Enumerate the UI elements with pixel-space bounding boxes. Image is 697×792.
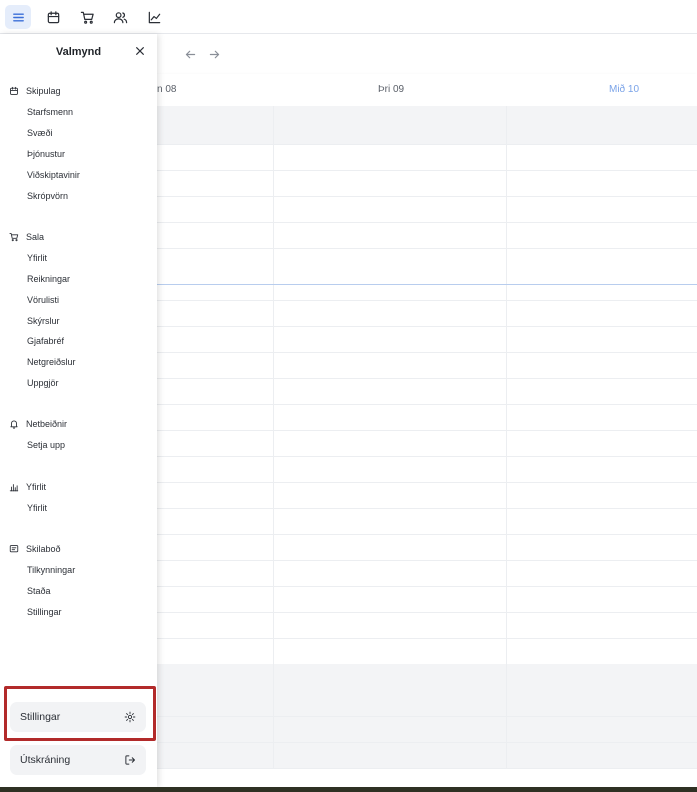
- customers-button[interactable]: [107, 5, 133, 29]
- menu-button[interactable]: [5, 5, 31, 29]
- sidebar-item-starfsmenn[interactable]: Starfsmenn: [27, 107, 73, 117]
- section-netbeidnir: Netbeiðnir: [9, 419, 67, 429]
- menu-icon: [12, 13, 24, 21]
- close-button[interactable]: [133, 44, 147, 58]
- sidebar-item-yfirlit[interactable]: Yfirlit: [27, 253, 47, 263]
- section-label: Sala: [26, 232, 45, 242]
- sidebar-item-stada[interactable]: Staða: [27, 586, 51, 596]
- section-skipulag: Skipulag: [9, 86, 61, 96]
- sidebar-menu: Valmynd Skipulag Starfsmenn Svæði Þjónus…: [0, 34, 157, 787]
- chart-icon: [148, 11, 160, 23]
- next-arrow-icon[interactable]: [205, 45, 223, 63]
- day-label-today[interactable]: Mið 10: [609, 84, 639, 95]
- bar-chart-icon: [9, 484, 19, 492]
- sidebar-item-setja-upp[interactable]: Setja upp: [27, 440, 65, 450]
- sidebar-item-uppgjor[interactable]: Uppgjör: [27, 378, 59, 388]
- cart-icon: [9, 233, 19, 242]
- sidebar-item-skropvorn[interactable]: Skrópvörn: [27, 191, 68, 201]
- day-column-divider: [273, 106, 274, 768]
- logout-button-label: Útskráning: [20, 754, 71, 766]
- logout-icon: [125, 755, 135, 765]
- bell-icon: [10, 420, 18, 429]
- sidebar-item-gjafabref[interactable]: Gjafabréf: [27, 336, 64, 346]
- top-toolbar: [0, 0, 697, 34]
- section-label: Netbeiðnir: [26, 419, 68, 429]
- app-window: n 08 Þri 09 Mið 10 Valmynd Skipulag Star…: [0, 0, 697, 787]
- message-icon: [9, 545, 19, 553]
- section-yfirlit: Yfirlit: [9, 482, 46, 492]
- sidebar-item-reikningar[interactable]: Reikningar: [27, 274, 70, 284]
- section-label: Skipulag: [26, 86, 61, 96]
- section-label: Skilaboð: [26, 544, 61, 554]
- sidebar-item-vidskiptavinir[interactable]: Viðskiptavinir: [27, 170, 80, 180]
- close-icon: [136, 47, 144, 55]
- users-icon: [113, 11, 127, 23]
- sidebar-item-vorulisti[interactable]: Vörulisti: [27, 295, 59, 305]
- cart-icon: [80, 11, 94, 24]
- gear-icon: [124, 711, 136, 723]
- section-sala: Sala: [9, 232, 44, 242]
- settings-button-label: Stillingar: [20, 711, 61, 723]
- sidebar-item-svaedi[interactable]: Svæði: [27, 128, 53, 138]
- sidebar-item-yfirlit-reports[interactable]: Yfirlit: [27, 503, 47, 513]
- logout-button[interactable]: Útskráning: [10, 745, 146, 775]
- section-label: Yfirlit: [26, 482, 46, 492]
- calendar-button[interactable]: [40, 5, 66, 29]
- sidebar-item-thjonustur[interactable]: Þjónustur: [27, 149, 65, 159]
- section-skilabod: Skilaboð: [9, 544, 61, 554]
- settings-button[interactable]: Stillingar: [10, 702, 146, 732]
- calendar-icon: [10, 86, 18, 95]
- calendar-icon: [47, 10, 59, 23]
- reports-button[interactable]: [141, 5, 167, 29]
- day-column-divider: [506, 106, 507, 768]
- previous-arrow-icon[interactable]: [181, 45, 199, 63]
- day-label[interactable]: n 08: [157, 84, 176, 95]
- sidebar-item-stillingar[interactable]: Stillingar: [27, 607, 62, 617]
- sidebar-item-tilkynningar[interactable]: Tilkynningar: [27, 565, 75, 575]
- background-strip: [0, 787, 697, 792]
- sidebar-item-skyrslur[interactable]: Skýrslur: [27, 316, 60, 326]
- sales-button[interactable]: [74, 5, 100, 29]
- sidebar-item-netgreidslur[interactable]: Netgreiðslur: [27, 357, 76, 367]
- day-label[interactable]: Þri 09: [378, 84, 404, 95]
